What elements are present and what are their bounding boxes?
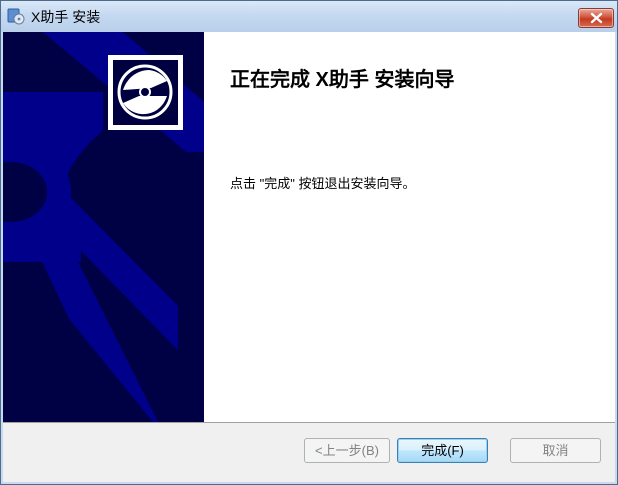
wizard-client-area: 正在完成 X助手 安装向导 点击 "完成" 按钮退出安装向导。 <上一步(B) … <box>3 32 615 482</box>
page-heading: 正在完成 X助手 安装向导 <box>230 69 455 91</box>
back-button[interactable]: <上一步(B) <box>304 438 390 463</box>
wizard-banner <box>3 32 204 422</box>
window-title: X助手 安装 <box>31 9 101 25</box>
page-body-text: 点击 "完成" 按钮退出安装向导。 <box>230 176 416 191</box>
close-icon <box>590 12 603 24</box>
disc-logo-icon <box>108 55 183 130</box>
footer-divider <box>3 422 615 423</box>
close-button[interactable] <box>578 8 614 28</box>
installer-window: X助手 安装 正在完成 X助手 安装向导 点击 "完成" 按钮退出安装向导。 <… <box>0 0 618 485</box>
title-bar[interactable]: X助手 安装 <box>1 1 617 32</box>
wizard-content: 正在完成 X助手 安装向导 点击 "完成" 按钮退出安装向导。 <box>204 32 615 422</box>
cancel-button[interactable]: 取消 <box>510 438 601 463</box>
finish-button[interactable]: 完成(F) <box>397 438 488 463</box>
installer-disc-icon <box>7 8 25 25</box>
